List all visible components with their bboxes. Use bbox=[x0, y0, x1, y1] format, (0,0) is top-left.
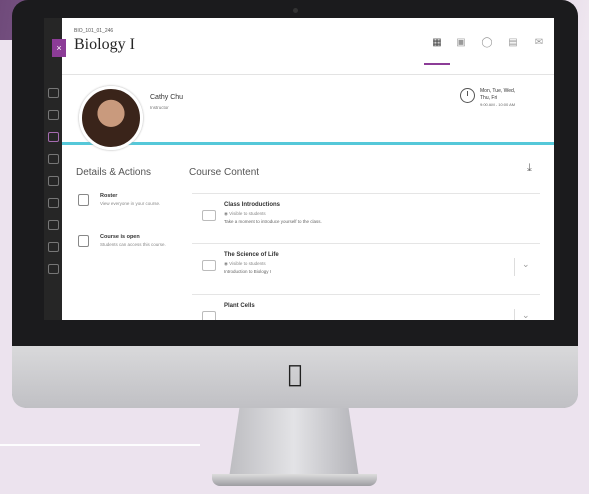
page-title: Biology I bbox=[74, 36, 135, 53]
left-nav bbox=[44, 18, 62, 320]
content-item-title[interactable]: Plant Cells bbox=[224, 303, 255, 309]
avatar[interactable] bbox=[79, 86, 143, 150]
list-item[interactable]: The Science of Life ◉ Visible to student… bbox=[192, 243, 540, 294]
nav-organizations-icon[interactable] bbox=[48, 154, 59, 164]
instructor-role: Instructor bbox=[150, 105, 169, 110]
camera-dot bbox=[293, 8, 298, 13]
apple-logo-icon:  bbox=[284, 361, 306, 387]
grades-icon[interactable]: ▤ bbox=[507, 37, 519, 49]
instructor-name[interactable]: Cathy Chu bbox=[150, 94, 183, 101]
chevron-down-icon[interactable]: ⌄ bbox=[522, 259, 530, 270]
content-item-title[interactable]: Class Introductions bbox=[224, 202, 280, 208]
expand-divider: ⌄ bbox=[514, 258, 530, 276]
imac-stand bbox=[229, 408, 359, 478]
calendar-icon[interactable]: ▣ bbox=[455, 37, 467, 49]
folder-icon bbox=[202, 311, 216, 320]
content-item-desc: Introduction to Biology I bbox=[224, 269, 272, 274]
course-status-desc: Students can access this course. bbox=[100, 242, 166, 247]
nav-signout-icon[interactable] bbox=[48, 264, 59, 274]
active-tab-indicator bbox=[424, 63, 450, 65]
list-item[interactable]: Class Introductions ◉ Visible to student… bbox=[192, 193, 540, 244]
clock-icon bbox=[460, 88, 475, 103]
nav-grades-icon[interactable] bbox=[48, 220, 59, 230]
course-header: BIO_101_01_246 Biology I ▦ ▣ ◯ ▤ ✉ bbox=[62, 18, 554, 75]
schedule-days-2: Thu, Fri bbox=[480, 95, 498, 101]
lock-open-icon[interactable] bbox=[78, 235, 89, 247]
folder-icon bbox=[202, 260, 216, 271]
visibility-status[interactable]: ◉ Visible to students bbox=[224, 211, 266, 217]
nav-calendar-icon[interactable] bbox=[48, 176, 59, 186]
chevron-down-icon[interactable]: ⌄ bbox=[522, 310, 530, 320]
instructor-banner: Cathy Chu Instructor Mon, Tue, Wed, Thu,… bbox=[62, 74, 554, 150]
content-item-title[interactable]: The Science of Life bbox=[224, 252, 279, 258]
book-icon[interactable]: ▦ bbox=[431, 37, 443, 49]
roster-desc: View everyone in your course. bbox=[100, 201, 161, 206]
expand-divider: ⌄ bbox=[514, 309, 530, 320]
messages-icon[interactable]: ✉ bbox=[533, 37, 545, 49]
imac-stand-foot bbox=[212, 474, 377, 486]
nav-messages-icon[interactable] bbox=[48, 198, 59, 208]
discussion-icon bbox=[202, 210, 216, 221]
content-heading: Course Content bbox=[189, 167, 260, 178]
roster-link[interactable]: Roster bbox=[100, 193, 117, 199]
list-item[interactable]: Plant Cells ⌄ bbox=[192, 294, 540, 320]
visibility-status[interactable]: ◉ Visible to students bbox=[224, 261, 266, 267]
download-icon[interactable]: ⤓ bbox=[527, 162, 532, 175]
screen: × BIO_101_01_246 Biology I ▦ ▣ ◯ ▤ ✉ Cat… bbox=[44, 18, 554, 320]
chat-icon[interactable]: ◯ bbox=[481, 37, 493, 49]
schedule-time: 9:00 AM - 10:00 AM bbox=[480, 102, 516, 107]
accent-bar bbox=[62, 142, 554, 145]
roster-icon[interactable] bbox=[78, 194, 89, 206]
nav-activity-icon[interactable] bbox=[48, 110, 59, 120]
nav-home-icon[interactable] bbox=[48, 88, 59, 98]
content-item-desc: Take a moment to introduce yourself to t… bbox=[224, 219, 322, 224]
nav-tools-icon[interactable] bbox=[48, 242, 59, 252]
course-id: BIO_101_01_246 bbox=[74, 28, 114, 34]
nav-courses-icon[interactable] bbox=[48, 132, 59, 142]
schedule-days: Mon, Tue, Wed, bbox=[480, 88, 516, 94]
details-heading: Details & Actions bbox=[76, 167, 152, 178]
course-status-link[interactable]: Course is open bbox=[100, 234, 140, 240]
background-line bbox=[0, 444, 200, 446]
